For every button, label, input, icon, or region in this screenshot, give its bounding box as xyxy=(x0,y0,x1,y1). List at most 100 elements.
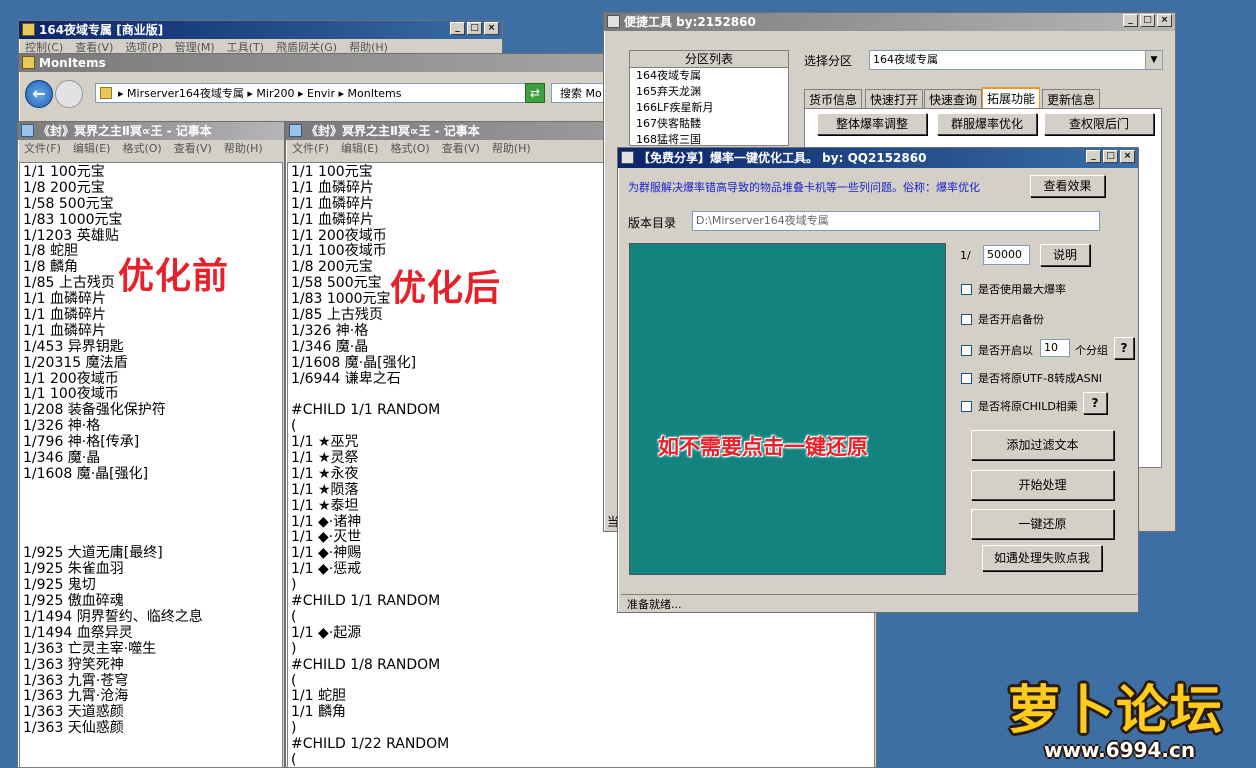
chevron-down-icon: ▼ xyxy=(1145,51,1162,69)
minimize-button[interactable]: _ xyxy=(450,22,465,35)
group-drop-rate-button[interactable]: 群服爆率优化 xyxy=(937,113,1037,135)
app-icon xyxy=(22,23,35,36)
checkbox-box[interactable] xyxy=(961,344,972,356)
tab-quick-query[interactable]: 快速查询 xyxy=(924,89,983,109)
search-box[interactable]: 搜索 Mo xyxy=(551,83,611,103)
menu-item[interactable]: 查看(V) xyxy=(174,140,212,158)
menu-item[interactable]: 帮助(H) xyxy=(224,140,263,158)
menu-item[interactable]: 编辑(E) xyxy=(341,140,379,158)
before-label: 优化前 xyxy=(118,256,230,297)
checkbox-box[interactable] xyxy=(961,400,972,412)
maximize-button[interactable]: □ xyxy=(467,22,482,35)
text-line: 1/1 100元宝 xyxy=(23,164,105,180)
tab-extensions[interactable]: 拓展功能 xyxy=(982,87,1041,109)
optimizer-titlebar[interactable]: 【免费分享】爆率一键优化工具。 by: QQ2152860 _ □ × xyxy=(618,148,1138,168)
ratio-input[interactable]: 50000 xyxy=(983,245,1030,265)
one-click-restore-button[interactable]: 一键还原 xyxy=(971,509,1114,539)
refresh-button[interactable]: ⇄ xyxy=(525,83,545,103)
maximize-button[interactable]: □ xyxy=(1140,14,1155,27)
menu-item[interactable]: 查看(V) xyxy=(442,140,480,158)
checkbox-label: 是否使用最大爆率 xyxy=(978,283,1066,296)
maximize-button[interactable]: □ xyxy=(1103,150,1118,163)
menu-item[interactable]: 帮助(H) xyxy=(492,140,531,158)
child-multiply-checkbox[interactable]: 是否将原CHILD相乘 xyxy=(961,398,1078,414)
menu-item[interactable]: 编辑(E) xyxy=(73,140,111,158)
grouping-checkbox[interactable]: 是否开启以 xyxy=(961,342,1033,358)
text-line: 1/1494 血祭异灵 xyxy=(23,624,133,641)
tab-currency[interactable]: 货币信息 xyxy=(804,89,863,109)
list-item[interactable]: 164夜域专属 xyxy=(630,68,788,84)
partition-list[interactable]: 分区列表 164夜域专属 165弃天龙渊 166LF疾星新月 167侠客骷髅 1… xyxy=(629,50,789,146)
text-line: 1/326 神·格 xyxy=(23,418,101,435)
text-line: 1/925 傲血碎魂 xyxy=(23,593,124,610)
checkbox-box[interactable] xyxy=(961,372,972,384)
notepad-left-titlebar[interactable]: 《封》冥界之主Ⅱ冥∝王 - 记事本 xyxy=(18,122,284,140)
forum-watermark: 萝卜论坛 www.6994.cn xyxy=(1000,660,1250,768)
close-button[interactable]: × xyxy=(1157,14,1172,27)
text-line: 1/796 神·格[传承] xyxy=(23,434,140,451)
text-line: 1/453 异界钥匙 xyxy=(23,338,124,355)
checkbox-box[interactable] xyxy=(961,283,972,295)
partition-select[interactable]: 164夜域专属 ▼ xyxy=(869,50,1163,70)
group-help-button[interactable]: ? xyxy=(1114,337,1134,359)
close-button[interactable]: × xyxy=(484,22,499,35)
select-partition-label: 选择分区 xyxy=(804,54,853,68)
menu-item[interactable]: 格式(O) xyxy=(122,140,161,158)
view-effect-button[interactable]: 查看效果 xyxy=(1030,175,1105,197)
minimize-button[interactable]: _ xyxy=(1123,14,1138,27)
add-filter-text-button[interactable]: 添加过滤文本 xyxy=(971,430,1114,460)
text-line: 1/925 大道无庸[最终] xyxy=(23,545,163,562)
utf8-to-ansi-checkbox[interactable]: 是否将原UTF-8转成ASNI xyxy=(961,370,1102,386)
text-line: 1/363 九霄·沧海 xyxy=(23,688,129,705)
explain-button[interactable]: 说明 xyxy=(1040,244,1090,266)
text-line: 1/8 200元宝 xyxy=(23,179,105,196)
folder-icon xyxy=(100,87,112,99)
window-title: MonItems xyxy=(39,56,106,70)
child-help-button[interactable]: ? xyxy=(1083,392,1107,414)
tools-icon xyxy=(607,15,620,28)
forward-button[interactable] xyxy=(55,80,83,108)
minimize-button[interactable]: _ xyxy=(1086,150,1101,163)
version-dir-field[interactable]: D:\Mirserver164夜域专属 xyxy=(692,211,1100,231)
list-item[interactable]: 166LF疾星新月 xyxy=(630,100,788,116)
failure-help-button[interactable]: 如遇处理失败点我 xyxy=(982,545,1102,571)
close-button[interactable]: × xyxy=(1120,150,1135,163)
text-line: 1/1494 阴界誓约、临终之息 xyxy=(23,608,203,625)
text-line xyxy=(23,499,279,515)
text-line: ) xyxy=(291,640,297,657)
text-line: 1/1 血磷碎片 xyxy=(23,322,106,339)
text-line: ( xyxy=(291,751,297,768)
version-dir-value: D:\Mirserver164夜域专属 xyxy=(696,214,829,227)
menu-bar: 文件(F) 编辑(E) 格式(O) 查看(V) 帮助(H) xyxy=(18,140,284,158)
tab-update-info[interactable]: 更新信息 xyxy=(1042,89,1101,109)
checkbox-box[interactable] xyxy=(961,313,972,325)
menu-item[interactable]: 文件(F) xyxy=(292,140,329,158)
text-line: 1/346 魔·晶 xyxy=(23,450,101,467)
text-line: 1/208 装备强化保护符 xyxy=(23,402,166,419)
max-drop-rate-checkbox[interactable]: 是否使用最大爆率 xyxy=(961,281,1066,297)
list-item[interactable]: 168猛将三国 xyxy=(630,132,788,145)
tools-titlebar[interactable]: 便捷工具 by:2152860 _ □ × xyxy=(604,13,1175,31)
text-line: 1/1 蛇胆 xyxy=(291,688,346,705)
text-line xyxy=(23,515,279,531)
partition-list-header[interactable]: 分区列表 xyxy=(630,51,788,68)
list-item[interactable]: 167侠客骷髅 xyxy=(630,116,788,132)
permission-backdoor-button[interactable]: 查权限后门 xyxy=(1044,113,1154,135)
checkbox-label: 是否开启备份 xyxy=(978,313,1044,326)
overall-drop-rate-button[interactable]: 整体爆率调整 xyxy=(817,113,927,135)
checkbox-label: 是否开启以 xyxy=(978,344,1033,357)
text-line: 1/1203 英雄贴 xyxy=(23,227,119,244)
address-bar[interactable]: ▸ Mirserver164夜域专属 ▸ Mir200 ▸ Envir ▸ Mo… xyxy=(95,83,545,103)
menu-item[interactable]: 格式(O) xyxy=(390,140,429,158)
group-count-input[interactable]: 10 xyxy=(1040,339,1070,357)
server-console-titlebar[interactable]: 164夜域专属 [商业版] _ □ × xyxy=(19,21,502,39)
text-line: 1/363 狩笑死神 xyxy=(23,656,124,673)
text-line xyxy=(23,737,279,753)
tab-quick-open[interactable]: 快速打开 xyxy=(865,89,924,109)
list-item[interactable]: 165弃天龙渊 xyxy=(630,84,788,100)
checkbox-label: 是否将原UTF-8转成ASNI xyxy=(978,372,1103,385)
back-button[interactable]: ← xyxy=(25,80,53,108)
menu-item[interactable]: 文件(F) xyxy=(24,140,61,158)
backup-checkbox[interactable]: 是否开启备份 xyxy=(961,311,1044,327)
start-processing-button[interactable]: 开始处理 xyxy=(971,470,1114,500)
